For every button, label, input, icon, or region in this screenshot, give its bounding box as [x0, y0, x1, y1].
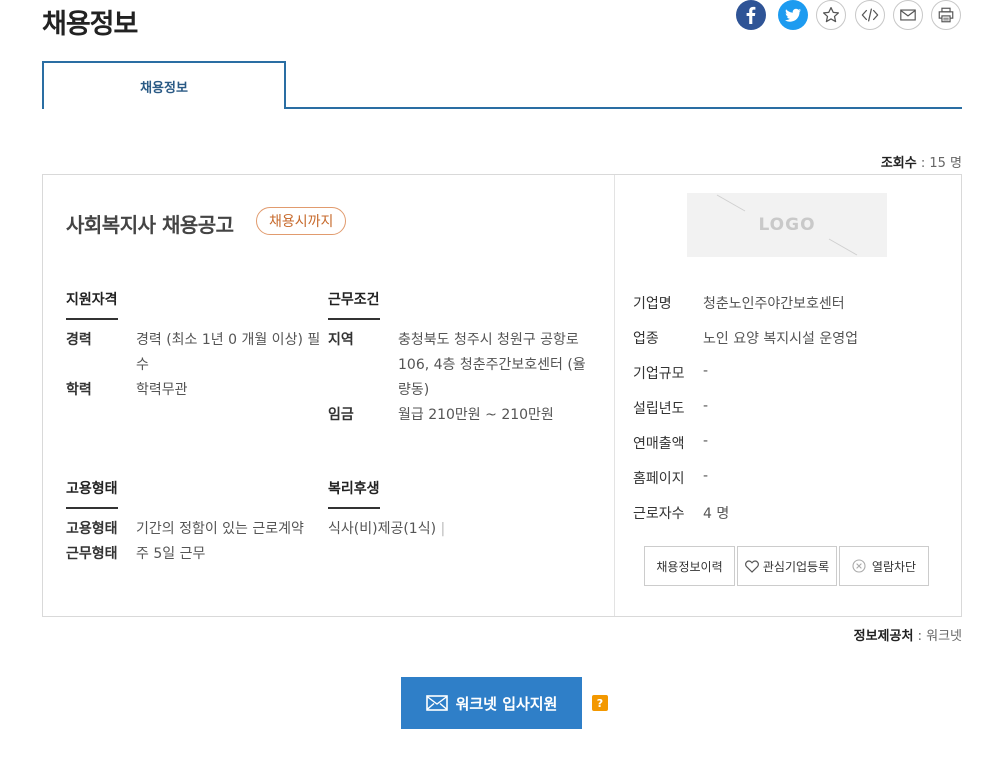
industry-label: 업종: [633, 331, 659, 347]
twitter-share-button[interactable]: [778, 0, 808, 30]
star-icon: [822, 6, 840, 23]
founded-year-value: -: [703, 398, 709, 414]
info-provider-label: 정보제공처: [853, 629, 914, 644]
welfare-value: 식사(비)제공(1식) |: [328, 517, 445, 542]
block-view-label: 열람차단: [871, 559, 917, 574]
deadline-badge: 채용시까지: [256, 207, 347, 235]
tab-bar: 채용정보: [42, 61, 962, 109]
revenue-value: -: [703, 433, 709, 449]
work-type-label: 근무형태: [66, 546, 118, 562]
print-button[interactable]: [931, 0, 961, 30]
heart-icon: [744, 559, 759, 573]
welfare-separator: |: [440, 521, 446, 537]
conditions-heading: 근무조건: [328, 289, 380, 320]
welfare-heading: 복리후생: [328, 478, 380, 509]
wage-label: 임금: [328, 407, 354, 423]
block-view-button[interactable]: 열람차단: [839, 546, 929, 586]
favorite-company-label: 관심기업등록: [762, 559, 830, 574]
education-value: 학력무관: [136, 382, 188, 398]
view-count: 조회수 : 15 명: [881, 152, 962, 171]
employment-heading: 고용형태: [66, 478, 118, 509]
job-history-label: 채용정보이력: [656, 559, 723, 574]
employees-label: 근로자수: [633, 506, 685, 522]
employees-value: 4 명: [703, 506, 730, 522]
bookmark-button[interactable]: [816, 0, 846, 30]
welfare-text: 식사(비)제공(1식): [328, 521, 437, 537]
facebook-icon: [746, 6, 756, 25]
homepage-label: 홈페이지: [633, 471, 685, 487]
mail-icon: [425, 695, 448, 711]
company-name-label: 기업명: [633, 296, 672, 312]
mail-icon: [900, 9, 916, 21]
company-name-value: 청춘노인주야간보호센터: [703, 296, 845, 312]
employment-type-value: 기간의 정함이 있는 근로계약: [136, 521, 304, 537]
qualification-heading: 지원자격: [66, 289, 118, 320]
code-icon: [861, 8, 879, 22]
qualification-section: 지원자격: [66, 289, 118, 320]
region-value: 충청북도 청주시 청원구 공항로 106, 4층 청춘주간보호센터 (율량동): [398, 332, 586, 398]
education-label: 학력: [66, 382, 92, 398]
revenue-label: 연매출액: [633, 436, 685, 452]
apply-button[interactable]: 워크넷 입사지원: [401, 677, 582, 729]
page-title: 채용정보: [42, 9, 138, 40]
job-detail-panel: 사회복지사 채용공고 채용시까지 지원자격 경력 경력 (최소 1년 0 개월 …: [42, 174, 962, 617]
homepage-value: -: [703, 468, 709, 484]
close-circle-icon: [852, 559, 866, 573]
employment-section: 고용형태: [66, 478, 118, 509]
favorite-company-button[interactable]: 관심기업등록: [737, 546, 837, 586]
facebook-share-button[interactable]: [736, 0, 766, 30]
panel-divider: [614, 175, 615, 616]
printer-icon: [938, 7, 954, 23]
apply-label: 워크넷 입사지원: [455, 694, 558, 713]
logo-text: LOGO: [758, 215, 816, 235]
info-provider: 정보제공처 : 워크넷: [854, 625, 962, 644]
company-size-value: -: [703, 363, 709, 379]
view-count-value: : 15 명: [920, 156, 962, 171]
career-value: 경력 (최소 1년 0 개월 이상) 필수: [136, 332, 321, 373]
view-count-label: 조회수: [880, 156, 917, 171]
region-label: 지역: [328, 332, 354, 348]
job-title: 사회복지사 채용공고: [66, 213, 234, 237]
industry-value: 노인 요양 복지시설 운영업: [703, 331, 859, 347]
job-history-button[interactable]: 채용정보이력: [644, 546, 735, 586]
career-label: 경력: [66, 332, 92, 348]
company-logo: LOGO: [687, 193, 887, 257]
twitter-icon: [785, 8, 801, 22]
conditions-section: 근무조건: [328, 289, 380, 320]
embed-code-button[interactable]: [855, 0, 885, 30]
wage-value: 월급 210만원 ~ 210만원: [398, 407, 554, 423]
email-share-button[interactable]: [893, 0, 923, 30]
welfare-section: 복리후생: [328, 478, 380, 509]
work-type-value: 주 5일 근무: [136, 546, 206, 562]
founded-year-label: 설립년도: [633, 401, 685, 417]
tab-job-info[interactable]: 채용정보: [42, 61, 286, 109]
help-icon[interactable]: ?: [592, 695, 608, 711]
company-size-label: 기업규모: [633, 366, 685, 382]
employment-type-label: 고용형태: [66, 521, 118, 537]
info-provider-value: : 워크넷: [917, 629, 962, 644]
